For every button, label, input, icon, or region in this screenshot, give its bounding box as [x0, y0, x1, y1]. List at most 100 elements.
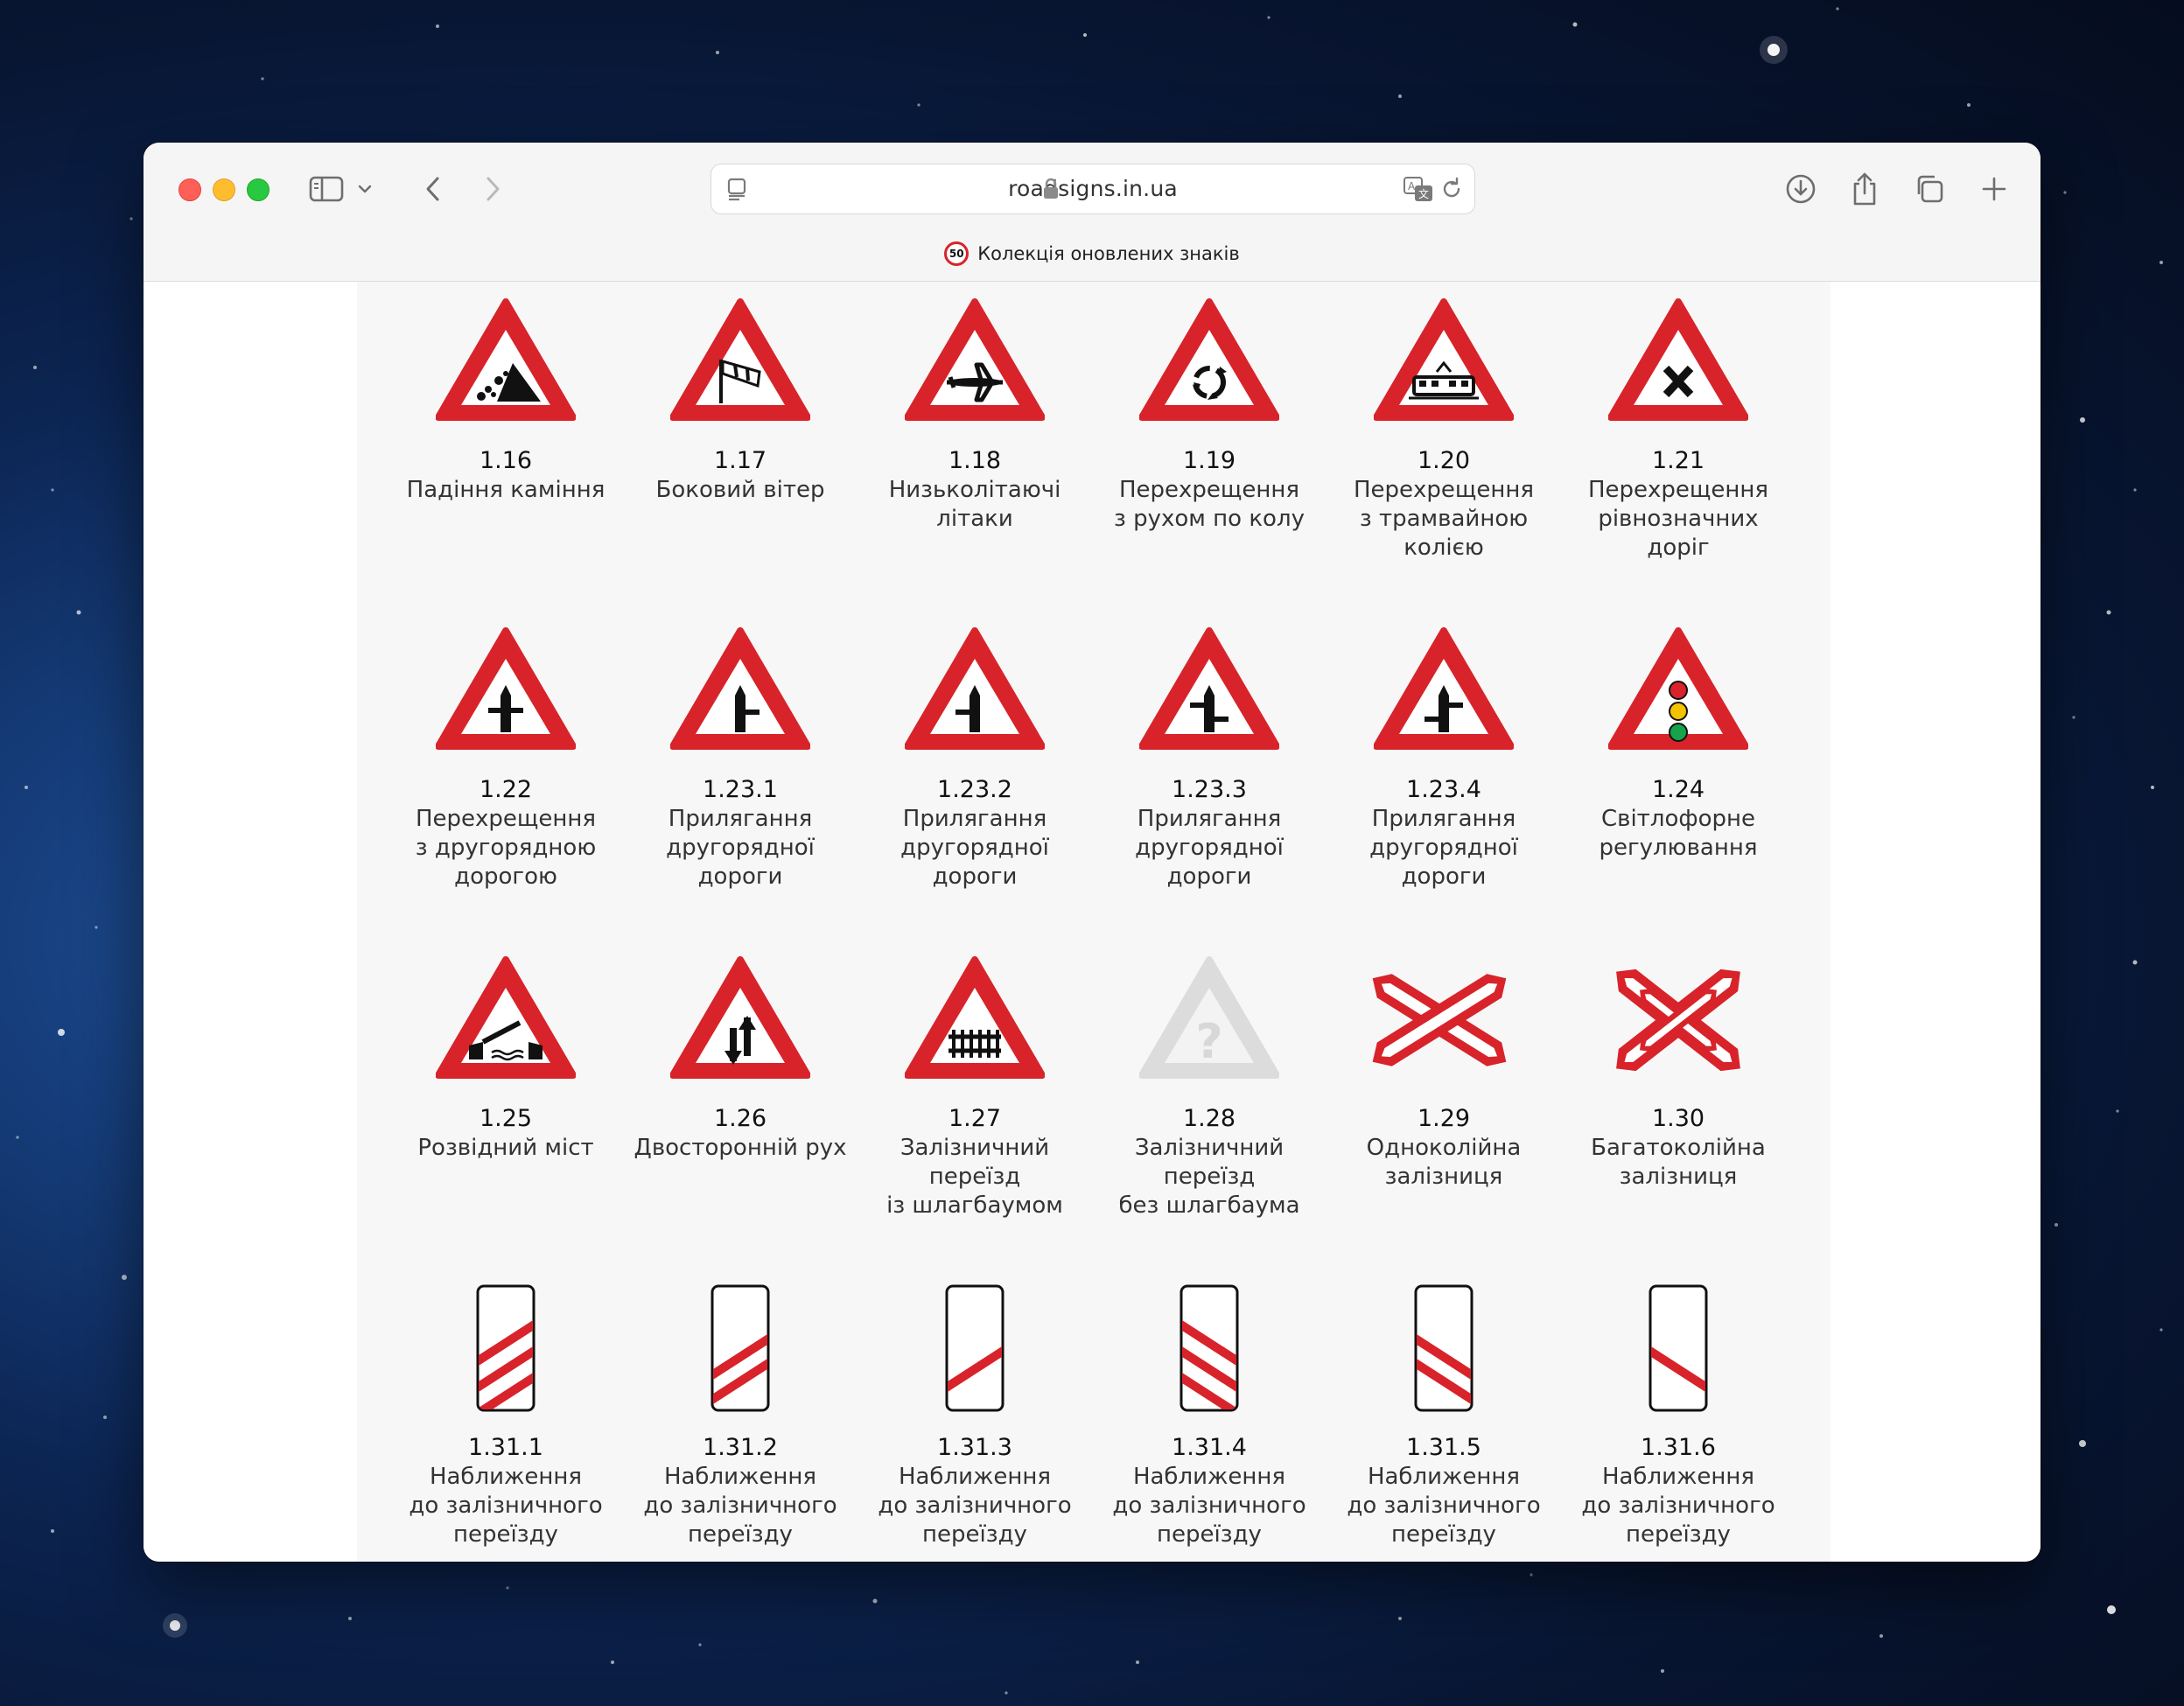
unknown-sign-placeholder-icon[interactable]: ? — [1092, 950, 1326, 1090]
low-flying-aircraft-sign-icon[interactable] — [858, 292, 1092, 432]
minor-road-staggered-left-sign-icon[interactable] — [1326, 621, 1561, 761]
sign-card[interactable]: 1.31.2 Наближення до залізничного переїзд… — [623, 1279, 858, 1549]
approach-3-stripes-left-sign-icon[interactable] — [388, 1279, 623, 1419]
single-track-cross-sign-icon[interactable] — [1326, 950, 1561, 1090]
roundabout-sign-icon[interactable] — [1092, 292, 1326, 432]
sidebar-toggle-icon[interactable] — [306, 169, 346, 209]
equal-roads-crossing-sign-icon[interactable] — [1561, 292, 1796, 432]
sign-card[interactable]: 1.30 Багатоколійна залізниця — [1561, 950, 1796, 1192]
approach-1-stripe-left-sign-icon[interactable] — [858, 1279, 1092, 1419]
sign-name: Падіння каміння — [406, 477, 606, 503]
approach-2-stripes-left-sign-icon[interactable] — [623, 1279, 858, 1419]
sign-code: 1.31.4 — [1172, 1434, 1247, 1461]
sign-code: 1.18 — [948, 447, 1002, 474]
minor-road-crossing-sign-icon[interactable] — [388, 621, 623, 761]
sign-code: 1.31.6 — [1641, 1434, 1716, 1461]
sign-name: Залізничний переїзд із шлагбаумом — [886, 1135, 1063, 1219]
sign-card[interactable]: 1.19 Перехрещення з рухом по колу — [1092, 292, 1326, 534]
tab-overview-icon[interactable] — [1909, 169, 1950, 209]
address-bar[interactable]: roadsigns.in.ua A文 — [710, 164, 1475, 214]
sign-code: 1.23.2 — [937, 776, 1012, 803]
minor-road-right-sign-icon[interactable] — [623, 621, 858, 761]
translate-icon[interactable]: A文 — [1403, 175, 1434, 203]
approach-1-stripe-right-sign-icon[interactable] — [1561, 1279, 1796, 1419]
new-tab-plus-icon[interactable] — [1974, 169, 2014, 209]
sign-card[interactable]: 1.31.1 Наближення до залізничного переїзд… — [388, 1279, 623, 1549]
minor-road-staggered-right-sign-icon[interactable] — [1092, 621, 1326, 761]
signs-grid: 1.16 Падіння каміння 1.17 Боковий вітер 1.… — [357, 282, 1830, 1562]
approach-3-stripes-right-sign-icon[interactable] — [1092, 1279, 1326, 1419]
sign-card[interactable]: 1.17 Боковий вітер — [623, 292, 858, 505]
minor-road-left-sign-icon[interactable] — [858, 621, 1092, 761]
download-icon[interactable] — [1781, 169, 1821, 209]
multi-track-cross-sign-icon[interactable] — [1561, 950, 1796, 1090]
sign-code: 1.26 — [713, 1105, 767, 1132]
sign-card[interactable]: 1.31.5 Наближення до залізничного переїзд… — [1326, 1279, 1561, 1549]
sign-card[interactable]: 1.24 Світлофорне регулювання — [1561, 621, 1796, 863]
sign-card[interactable]: 1.22 Перехрещення з другорядною дорогою — [388, 621, 623, 891]
sign-card[interactable]: 1.31.3 Наближення до залізничного переїзд… — [858, 1279, 1092, 1549]
sign-name: Прилягання другорядної дороги — [1369, 806, 1518, 890]
sign-name: Світлофорне регулювання — [1599, 806, 1758, 861]
sign-card[interactable]: 1.25 Розвідний міст — [388, 950, 623, 1163]
close-window-button[interactable] — [178, 178, 201, 201]
sign-code: 1.25 — [479, 1105, 533, 1132]
sign-name: Одноколійна залізниця — [1366, 1135, 1522, 1190]
sign-code: 1.27 — [948, 1105, 1002, 1132]
tram-crossing-sign-icon[interactable] — [1326, 292, 1561, 432]
sign-code: 1.17 — [713, 447, 767, 474]
forward-arrow-icon[interactable] — [472, 169, 513, 209]
browser-window: roadsigns.in.ua A文 50 Колекція оновлених… — [144, 143, 2040, 1562]
sign-card[interactable]: 1.31.4 Наближення до залізничного переїзд… — [1092, 1279, 1326, 1549]
minimize-window-button[interactable] — [213, 178, 235, 201]
sign-card[interactable]: 1.31.6 Наближення до залізничного переїзд… — [1561, 1279, 1796, 1549]
sign-card[interactable]: 1.16 Падіння каміння — [388, 292, 623, 505]
sign-code: 1.23.3 — [1172, 776, 1247, 803]
sign-name: Перехрещення з другорядною дорогою — [415, 806, 597, 890]
sign-card[interactable]: 1.21 Перехрещення рівнозначних доріг — [1561, 292, 1796, 563]
sign-name: Наближення до залізничного переїзду — [1347, 1464, 1541, 1548]
sign-name: Двосторонній рух — [634, 1135, 847, 1161]
sign-card[interactable]: 1.20 Перехрещення з трамвайною колією — [1326, 292, 1561, 563]
sign-card[interactable]: 1.23.1 Прилягання другорядної дороги — [623, 621, 858, 891]
chevron-down-icon[interactable] — [354, 169, 376, 209]
sign-card[interactable]: ? 1.28 Залізничний переїзд без шлагбаума — [1092, 950, 1326, 1220]
sign-name: Перехрещення з рухом по колу — [1114, 477, 1305, 532]
sign-name: Багатоколійна залізниця — [1591, 1135, 1766, 1190]
zoom-window-button[interactable] — [247, 178, 270, 201]
sign-card[interactable]: 1.27 Залізничний переїзд із шлагбаумом — [858, 950, 1092, 1220]
reload-icon[interactable] — [1439, 177, 1464, 201]
crosswind-sign-icon[interactable] — [623, 292, 858, 432]
two-way-traffic-sign-icon[interactable] — [623, 950, 858, 1090]
traffic-lights-sign-icon[interactable] — [1561, 621, 1796, 761]
speed-limit-icon: 50 — [944, 241, 970, 266]
sign-card[interactable]: 1.23.2 Прилягання другорядної дороги — [858, 621, 1092, 891]
sign-name: Низьколітаючі літаки — [888, 477, 1061, 532]
share-icon[interactable] — [1844, 169, 1885, 209]
browser-toolbar: roadsigns.in.ua A文 50 Колекція оновлених… — [144, 143, 2040, 282]
sign-card[interactable]: 1.26 Двосторонній рух — [623, 950, 858, 1163]
sign-name: Прилягання другорядної дороги — [900, 806, 1049, 890]
sign-card[interactable]: 1.23.4 Прилягання другорядної дороги — [1326, 621, 1561, 891]
sign-code: 1.29 — [1417, 1105, 1471, 1132]
sign-name: Перехрещення з трамвайною колією — [1353, 477, 1535, 561]
approach-2-stripes-right-sign-icon[interactable] — [1326, 1279, 1561, 1419]
sign-code: 1.31.3 — [937, 1434, 1012, 1461]
sign-card[interactable]: 1.23.3 Прилягання другорядної дороги — [1092, 621, 1326, 891]
falling-rocks-sign-icon[interactable] — [388, 292, 623, 432]
sign-code: 1.31.5 — [1406, 1434, 1481, 1461]
sign-code: 1.30 — [1651, 1105, 1705, 1132]
sign-code: 1.22 — [479, 776, 533, 803]
svg-text:?: ? — [1195, 1014, 1222, 1069]
sign-code: 1.31.1 — [468, 1434, 543, 1461]
sign-card[interactable]: 1.29 Одноколійна залізниця — [1326, 950, 1561, 1192]
sign-code: 1.24 — [1651, 776, 1705, 803]
railway-crossing-barrier-sign-icon[interactable] — [858, 950, 1092, 1090]
sign-card[interactable]: 1.18 Низьколітаючі літаки — [858, 292, 1092, 534]
sign-name: Наближення до залізничного переїзду — [1112, 1464, 1306, 1548]
sign-code: 1.28 — [1182, 1105, 1236, 1132]
back-arrow-icon[interactable] — [413, 169, 453, 209]
drawbridge-sign-icon[interactable] — [388, 950, 623, 1090]
collection-banner[interactable]: 50 Колекція оновлених знаків — [144, 234, 2040, 274]
sign-name: Прилягання другорядної дороги — [1135, 806, 1284, 890]
